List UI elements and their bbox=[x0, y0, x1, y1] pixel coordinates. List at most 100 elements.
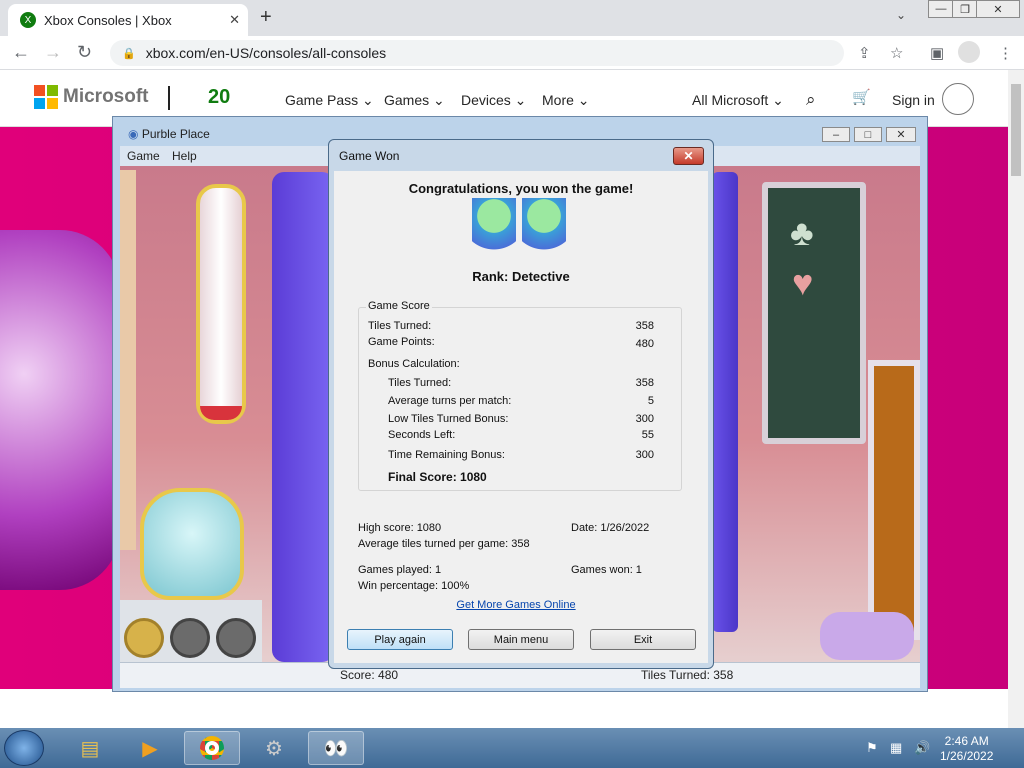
volume-icon[interactable]: 🔊 bbox=[914, 740, 930, 756]
match-jar bbox=[140, 488, 244, 600]
get-more-games-link[interactable]: Get More Games Online bbox=[334, 599, 698, 611]
bonus-row-value: 55 bbox=[641, 429, 654, 441]
tab-search-chevron-icon[interactable]: ⌄ bbox=[896, 8, 906, 22]
games-gear-icon[interactable]: ⚙ bbox=[246, 731, 302, 765]
back-icon[interactable]: ← bbox=[12, 42, 30, 63]
kebab-menu-icon[interactable]: ⋮ bbox=[998, 44, 1013, 62]
gold-token-icon bbox=[124, 618, 164, 658]
nav-game-pass[interactable]: Game Pass ⌄ bbox=[285, 92, 374, 109]
purble-app-icon: ◉ bbox=[128, 127, 142, 141]
media-player-icon[interactable]: ▶ bbox=[122, 731, 178, 765]
purble-window-title: ◉ Purble Place bbox=[128, 127, 210, 141]
taskbar-clock[interactable]: 2:46 AM 1/26/2022 bbox=[940, 734, 993, 764]
bonus-row-value: 300 bbox=[635, 449, 654, 461]
tile-column-right bbox=[712, 172, 738, 632]
nav-label: Games bbox=[384, 92, 430, 108]
avg-tiles: Average tiles turned per game: 358 bbox=[358, 538, 530, 550]
bonus-heading: Bonus Calculation: bbox=[368, 358, 460, 370]
bonus-row-label: Seconds Left: bbox=[388, 429, 456, 441]
reload-icon[interactable]: ↻ bbox=[77, 42, 92, 63]
bonus-row-label: Time Remaining Bonus: bbox=[388, 449, 505, 461]
empty-token-icon bbox=[170, 618, 210, 658]
profile-avatar-icon[interactable] bbox=[958, 41, 980, 63]
menu-help[interactable]: Help bbox=[172, 149, 197, 163]
purble-character-icon bbox=[522, 198, 566, 258]
browser-tab[interactable]: X Xbox Consoles | Xbox ✕ bbox=[8, 4, 248, 36]
rank-label: Rank: Detective bbox=[472, 269, 570, 284]
close-window-button[interactable]: ✕ bbox=[976, 0, 1020, 18]
explorer-icon[interactable]: ▤ bbox=[62, 731, 118, 765]
nav-label: More bbox=[542, 92, 574, 108]
side-door bbox=[868, 360, 920, 640]
bookmark-star-icon[interactable]: ☆ bbox=[890, 44, 903, 62]
dialog-close-button[interactable]: ✕ bbox=[673, 147, 704, 165]
purble-minimize-button[interactable]: – bbox=[822, 127, 850, 142]
tab-close-icon[interactable]: ✕ bbox=[229, 12, 240, 28]
home-return-icon[interactable] bbox=[820, 612, 914, 660]
high-score: High score: 1080 bbox=[358, 522, 442, 534]
chalkboard bbox=[762, 182, 866, 444]
nav-more[interactable]: More ⌄ bbox=[542, 92, 590, 109]
scrollbar-thumb[interactable] bbox=[1011, 84, 1021, 176]
xbox-favicon-icon: X bbox=[20, 12, 36, 28]
chrome-icon[interactable] bbox=[184, 731, 240, 765]
side-panel-icon[interactable]: ▣ bbox=[930, 44, 944, 62]
empty-token-icon bbox=[216, 618, 256, 658]
nav-games[interactable]: Games ⌄ bbox=[384, 92, 445, 109]
xbox-20-logo[interactable]: 20 bbox=[208, 86, 230, 109]
account-icon[interactable] bbox=[942, 83, 974, 115]
forward-icon[interactable]: → bbox=[44, 42, 62, 63]
nav-all-microsoft[interactable]: All Microsoft ⌄ bbox=[692, 92, 784, 109]
purble-place-taskbar-icon[interactable]: 👀 bbox=[308, 731, 364, 765]
lock-icon: 🔒 bbox=[122, 47, 136, 60]
left-cabinet bbox=[120, 170, 136, 550]
bonus-row-value: 5 bbox=[647, 395, 654, 407]
purble-title-text: Purble Place bbox=[141, 127, 210, 141]
purble-character-icon bbox=[472, 198, 516, 258]
purble-maximize-button[interactable]: □ bbox=[854, 127, 882, 142]
minimize-button[interactable]: — bbox=[928, 0, 954, 18]
microsoft-logo-icon[interactable] bbox=[34, 85, 58, 109]
menu-game[interactable]: Game bbox=[127, 149, 160, 163]
new-tab-button[interactable]: + bbox=[260, 6, 272, 29]
tab-title: Xbox Consoles | Xbox bbox=[44, 12, 172, 28]
score-row-value: 480 bbox=[635, 338, 654, 350]
dialog-title: Game Won bbox=[339, 149, 400, 163]
restore-button[interactable]: ❐ bbox=[952, 0, 978, 18]
status-score: Score: 480 bbox=[340, 668, 399, 682]
exit-button[interactable]: Exit bbox=[590, 629, 696, 650]
bonus-row-label: Low Tiles Turned Bonus: bbox=[388, 413, 509, 425]
win-percentage: Win percentage: 100% bbox=[358, 580, 470, 592]
clover-drawing-icon: ♣ bbox=[790, 212, 814, 253]
score-row-label: Game Points: bbox=[368, 336, 435, 348]
heart-drawing-icon: ♥ bbox=[792, 262, 814, 303]
game-score-label: Game Score bbox=[366, 300, 432, 312]
main-menu-button[interactable]: Main menu bbox=[468, 629, 574, 650]
bonus-row-label: Average turns per match: bbox=[388, 395, 512, 407]
url-bar[interactable]: 🔒 xbox.com/en-US/consoles/all-consoles bbox=[110, 40, 844, 66]
bonus-row-value: 358 bbox=[635, 377, 654, 389]
microsoft-brand[interactable]: Microsoft bbox=[63, 86, 149, 108]
cart-icon[interactable]: 🛒 bbox=[852, 88, 871, 106]
purble-close-button[interactable]: ✕ bbox=[886, 127, 916, 142]
nav-devices[interactable]: Devices ⌄ bbox=[461, 92, 526, 109]
final-score: Final Score: 1080 bbox=[388, 470, 487, 484]
bonus-row-label: Tiles Turned: bbox=[388, 377, 452, 389]
play-again-button[interactable]: Play again bbox=[347, 629, 453, 650]
search-icon[interactable]: ⌕ bbox=[806, 90, 816, 110]
share-icon[interactable]: ⇪ bbox=[858, 44, 871, 62]
action-center-icon[interactable]: ⚑ bbox=[866, 740, 878, 756]
nav-label: Game Pass bbox=[285, 92, 359, 108]
tile-column bbox=[272, 172, 334, 662]
status-tiles-turned: Tiles Turned: 358 bbox=[641, 668, 734, 682]
sign-in-link[interactable]: Sign in bbox=[892, 92, 935, 108]
page-bottom bbox=[0, 689, 1008, 728]
games-won: Games won: 1 bbox=[571, 564, 642, 576]
url-text: xbox.com/en-US/consoles/all-consoles bbox=[145, 45, 387, 61]
network-icon[interactable]: ▦ bbox=[890, 740, 902, 756]
games-played: Games played: 1 bbox=[358, 564, 442, 576]
start-button[interactable] bbox=[4, 730, 44, 766]
bonus-row-value: 300 bbox=[635, 413, 654, 425]
score-date: Date: 1/26/2022 bbox=[571, 522, 650, 534]
score-row-label: Tiles Turned: bbox=[368, 320, 432, 332]
